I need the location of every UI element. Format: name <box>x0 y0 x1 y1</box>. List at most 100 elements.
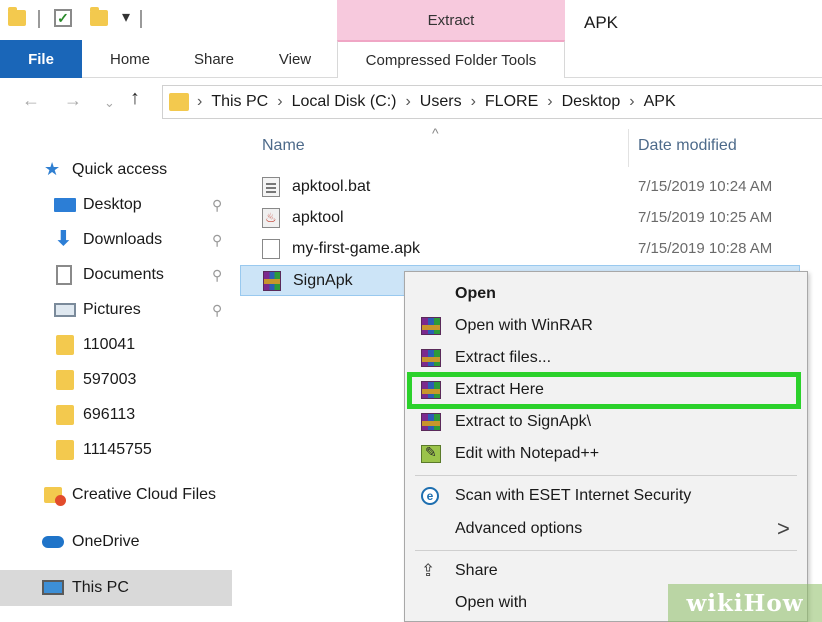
wikihow-watermark: wiki How <box>668 584 822 622</box>
notepad-plus-plus-icon <box>421 444 441 463</box>
sidebar-item-onedrive[interactable]: OneDrive <box>0 525 232 559</box>
sidebar-item-11145755[interactable]: 11145755 <box>0 433 232 467</box>
sidebar-item-label: 696113 <box>83 406 136 423</box>
breadcrumb-separator: › <box>197 93 203 110</box>
apk-file-icon <box>262 239 280 259</box>
sidebar-item-696113[interactable]: 696113 <box>0 398 232 432</box>
recent-locations-chevron-icon[interactable]: ⌄ <box>104 92 115 114</box>
menu-item-share[interactable]: ⇪ Share <box>405 555 807 587</box>
sidebar-item-label: 110041 <box>83 336 136 353</box>
sidebar-item-label: Desktop <box>83 196 142 213</box>
menu-item-label: Advanced options <box>455 520 583 537</box>
context-group-extract: Extract <box>337 0 565 40</box>
highlight-box <box>407 372 801 409</box>
breadcrumb-separator: › <box>470 93 476 110</box>
sidebar-item-597003[interactable]: 597003 <box>0 363 232 397</box>
toolbar-separator <box>140 10 142 28</box>
sidebar-item-label: Creative Cloud Files <box>72 486 217 503</box>
file-name: apktool.bat <box>292 178 371 195</box>
tab-share[interactable]: Share <box>184 40 244 78</box>
sidebar-item-label: OneDrive <box>72 533 140 550</box>
breadcrumb-users[interactable]: Users <box>420 93 462 111</box>
sidebar-item-label: Pictures <box>83 301 141 318</box>
navigation-bar: ← → ⌄ ↑ › This PC › Local Disk (C:) › Us… <box>0 79 822 125</box>
breadcrumb-desktop[interactable]: Desktop <box>562 93 621 111</box>
sidebar-item-110041[interactable]: 110041 <box>0 328 232 362</box>
breadcrumb: › This PC › Local Disk (C:) › Users › FL… <box>197 93 676 111</box>
menu-item-label: Open with <box>455 594 528 611</box>
winrar-icon <box>421 317 441 335</box>
pictures-icon <box>54 303 76 317</box>
menu-item-label: Scan with ESET Internet Security <box>455 487 692 504</box>
file-row[interactable]: apktool 7/15/2019 10:25 AM <box>240 203 800 234</box>
window-title: APK <box>584 13 619 32</box>
breadcrumb-separator: › <box>405 93 411 110</box>
toolbar-separator <box>38 10 40 28</box>
pin-icon[interactable]: ⚲ <box>212 267 222 284</box>
properties-check-icon[interactable]: ✓ <box>54 9 72 27</box>
column-divider[interactable] <box>628 129 629 167</box>
folder-icon <box>56 370 74 390</box>
folder-icon <box>169 93 189 111</box>
file-name: my-first-game.apk <box>292 240 421 257</box>
sidebar-item-label: Quick access <box>72 161 168 178</box>
menu-item-extract-to-signapk[interactable]: Extract to SignApk\ <box>405 406 807 438</box>
new-folder-icon[interactable] <box>90 7 108 26</box>
creative-cloud-icon <box>44 487 66 506</box>
menu-item-label: Extract files... <box>455 349 552 366</box>
sidebar-item-label: This PC <box>72 579 129 596</box>
address-bar[interactable]: › This PC › Local Disk (C:) › Users › FL… <box>162 85 822 119</box>
file-date-modified: 7/15/2019 10:24 AM <box>638 178 773 195</box>
file-date-modified: 7/15/2019 10:28 AM <box>638 240 773 257</box>
menu-item-extract-files[interactable]: Extract files... <box>405 342 807 374</box>
breadcrumb-flore[interactable]: FLORE <box>485 93 538 111</box>
sidebar-item-pictures[interactable]: Pictures ⚲ <box>0 293 232 327</box>
watermark-text: How <box>743 589 804 617</box>
folder-icon[interactable] <box>8 7 26 26</box>
forward-arrow-icon[interactable]: → <box>64 89 82 111</box>
menu-item-label: Open <box>455 285 496 302</box>
tab-home[interactable]: Home <box>100 40 160 78</box>
menu-item-open[interactable]: Open <box>405 278 807 310</box>
menu-item-edit-with-notepad-plus-plus[interactable]: Edit with Notepad++ <box>405 438 807 470</box>
onedrive-icon <box>42 536 64 548</box>
eset-icon: e <box>421 487 439 505</box>
pin-icon[interactable]: ⚲ <box>212 302 222 319</box>
folder-icon <box>56 440 74 460</box>
tab-view[interactable]: View <box>268 40 322 78</box>
batch-file-icon <box>262 177 280 197</box>
customize-toolbar-dropdown-icon[interactable]: ▾ <box>122 10 130 26</box>
sidebar-item-creative-cloud-files[interactable]: Creative Cloud Files <box>0 478 232 512</box>
up-arrow-icon[interactable]: ↑ <box>130 87 140 109</box>
desktop-icon <box>54 198 76 212</box>
tab-compressed-folder-tools[interactable]: Compressed Folder Tools <box>337 40 565 78</box>
pin-icon[interactable]: ⚲ <box>212 232 222 249</box>
column-header-name[interactable]: Name <box>262 137 305 155</box>
tab-file[interactable]: File <box>0 40 82 78</box>
file-name: SignApk <box>293 272 353 289</box>
file-row[interactable]: my-first-game.apk 7/15/2019 10:28 AM <box>240 234 800 265</box>
pin-icon[interactable]: ⚲ <box>212 197 222 214</box>
folder-icon <box>56 405 74 425</box>
menu-item-open-with-winrar[interactable]: Open with WinRAR <box>405 310 807 342</box>
document-icon <box>56 265 72 285</box>
sidebar-item-desktop[interactable]: Desktop ⚲ <box>0 188 232 222</box>
breadcrumb-this-pc[interactable]: This PC <box>211 93 268 111</box>
file-row[interactable]: apktool.bat 7/15/2019 10:24 AM <box>240 172 800 203</box>
menu-separator <box>415 550 797 551</box>
sidebar-item-documents[interactable]: Documents ⚲ <box>0 258 232 292</box>
watermark-text: wiki <box>686 589 744 617</box>
star-icon: ★ <box>44 159 61 179</box>
menu-item-advanced-options[interactable]: Advanced options > <box>405 513 807 545</box>
sidebar-item-this-pc[interactable]: This PC <box>0 570 232 606</box>
column-header-date-modified[interactable]: Date modified <box>638 137 737 155</box>
sidebar-item-quick-access[interactable]: ★ Quick access <box>0 153 232 187</box>
menu-item-label: Edit with Notepad++ <box>455 445 600 462</box>
sidebar-item-label: Downloads <box>83 231 163 248</box>
back-arrow-icon[interactable]: ← <box>22 89 40 111</box>
sidebar-item-downloads[interactable]: ⬇ Downloads ⚲ <box>0 223 232 257</box>
breadcrumb-apk[interactable]: APK <box>644 93 676 111</box>
file-date-modified: 7/15/2019 10:25 AM <box>638 209 773 226</box>
breadcrumb-local-disk[interactable]: Local Disk (C:) <box>292 93 397 111</box>
menu-item-scan-with-eset[interactable]: e Scan with ESET Internet Security <box>405 480 807 512</box>
